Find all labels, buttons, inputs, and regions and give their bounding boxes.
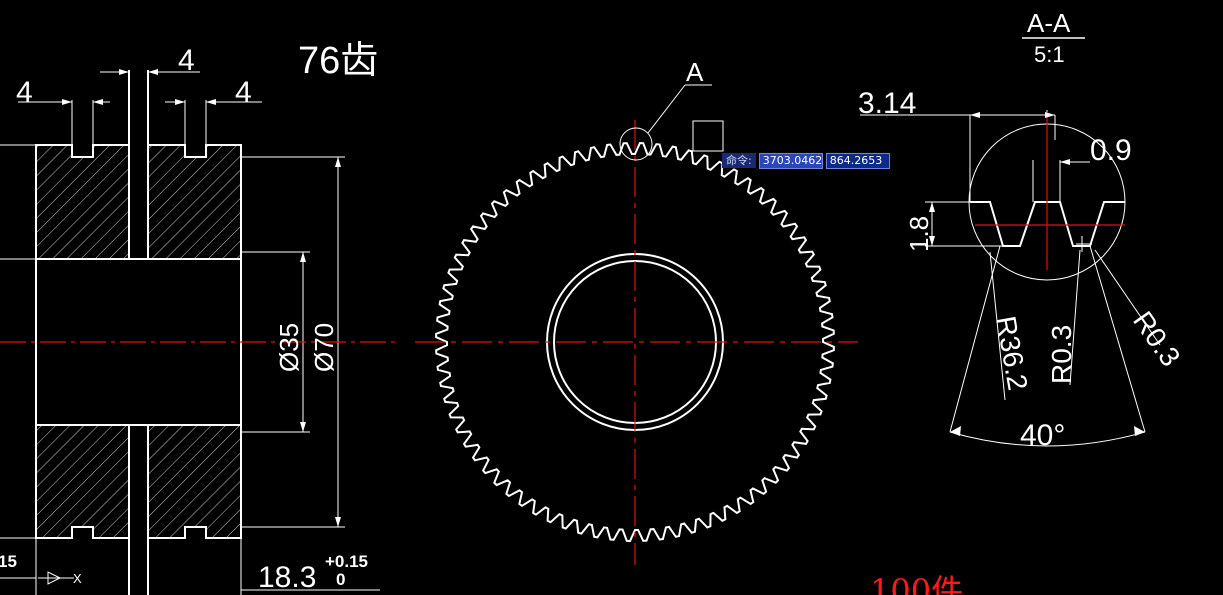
cut-edge-dim: 15 bbox=[0, 552, 17, 571]
ucs-icon bbox=[38, 571, 74, 585]
groove-left-dim: 4 bbox=[16, 76, 33, 109]
depth-dim: 1.8 bbox=[904, 216, 934, 252]
side-section-view bbox=[35, 70, 242, 595]
x-coordinate-field[interactable]: 3703.0462 bbox=[758, 152, 823, 169]
fillet-radius-a: R0.3 bbox=[1046, 325, 1077, 384]
hatch-top-left bbox=[35, 144, 130, 260]
tip-dim: 0.9 bbox=[1090, 134, 1132, 167]
cad-canvas[interactable]: 76齿 4 4 4 Ø35 Ø70 18.3 +0.15 0 15 X A A-… bbox=[0, 0, 1223, 595]
fillet-radius-b: R0.3 bbox=[1127, 306, 1186, 372]
groove-right-dim: 4 bbox=[235, 76, 252, 109]
section-scale: 5:1 bbox=[1034, 42, 1065, 67]
hatch-bottom-left bbox=[35, 424, 130, 539]
pitch-dim: 3.14 bbox=[858, 87, 916, 120]
cursor-pickbox[interactable] bbox=[692, 120, 724, 152]
quantity-note: 100件 bbox=[870, 572, 963, 595]
tolerance-lower: 0 bbox=[336, 570, 345, 589]
gap-center-dim: 4 bbox=[178, 44, 195, 77]
width-dim: 18.3 bbox=[258, 561, 316, 594]
teeth-count-label: 76齿 bbox=[298, 40, 378, 82]
command-prompt-label: 命令: bbox=[722, 153, 756, 168]
section-title: A-A bbox=[1027, 8, 1071, 38]
outer-diameter-dim: Ø70 bbox=[309, 323, 339, 372]
tolerance-upper: +0.15 bbox=[325, 552, 368, 571]
leader-label-a: A bbox=[686, 57, 704, 87]
pitch-radius-dim: R36.2 bbox=[990, 314, 1034, 393]
gear-teeth-outline bbox=[435, 142, 835, 542]
bore-diameter-dim: Ø35 bbox=[274, 323, 304, 372]
angle-dim: 40° bbox=[1020, 419, 1065, 452]
ucs-x-label: X bbox=[73, 571, 82, 586]
hatch-top-right bbox=[147, 144, 242, 260]
hatch-bottom-right bbox=[147, 424, 242, 539]
dynamic-input-tooltip[interactable]: 命令: 3703.0462 864.2653 bbox=[722, 152, 890, 169]
y-coordinate-field[interactable]: 864.2653 bbox=[825, 152, 890, 169]
